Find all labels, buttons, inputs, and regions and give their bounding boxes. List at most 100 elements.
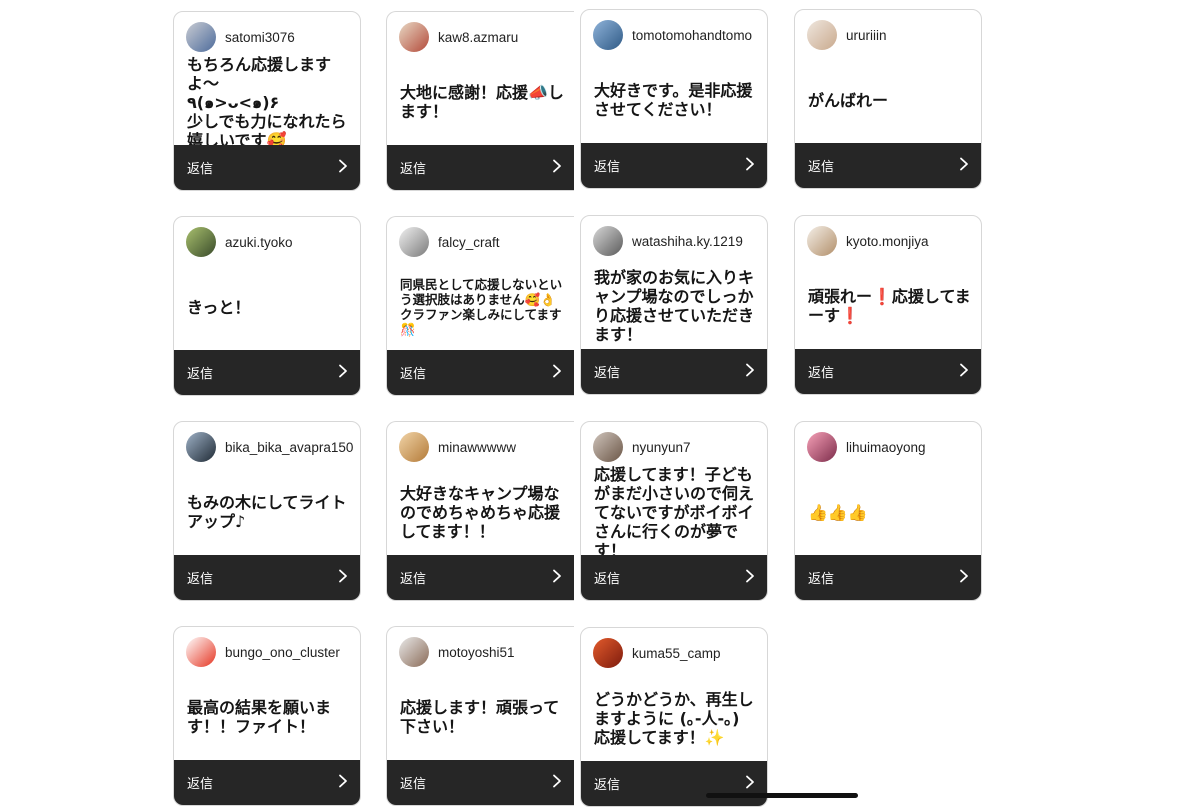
card-header: watashiha.ky.1219 <box>593 226 743 256</box>
reply-button[interactable]: 返信 <box>387 760 574 805</box>
comment-card[interactable]: bungo_ono_cluster 最高の結果を願います！！ファイト！ 返信 <box>173 626 361 806</box>
avatar[interactable] <box>399 637 429 667</box>
reply-label: 返信 <box>808 366 835 381</box>
card-header: bungo_ono_cluster <box>186 637 340 667</box>
card-header: kyoto.monjiya <box>807 226 929 256</box>
reply-button[interactable]: 返信 <box>581 143 767 188</box>
username[interactable]: kyoto.monjiya <box>846 234 929 249</box>
comment-card[interactable]: kyoto.monjiya 頑張れー❗️応援してまーす❗️ 返信 <box>794 215 982 395</box>
chevron-right-icon <box>959 362 969 381</box>
username[interactable]: tomotomohandtomo <box>632 28 752 43</box>
reply-label: 返信 <box>594 366 621 381</box>
username[interactable]: motoyoshi51 <box>438 645 515 660</box>
reply-button[interactable]: 返信 <box>387 555 574 600</box>
reply-label: 返信 <box>808 572 835 587</box>
reply-button[interactable]: 返信 <box>581 555 767 600</box>
reply-button[interactable]: 返信 <box>581 349 767 394</box>
avatar[interactable] <box>593 226 623 256</box>
username[interactable]: lihuimaoyong <box>846 440 926 455</box>
username[interactable]: watashiha.ky.1219 <box>632 234 743 249</box>
avatar[interactable] <box>186 227 216 257</box>
avatar[interactable] <box>399 227 429 257</box>
card-header: bika_bika_avapra150 <box>186 432 353 462</box>
chevron-right-icon <box>959 568 969 587</box>
username[interactable]: minawwwww <box>438 440 516 455</box>
reply-button[interactable]: 返信 <box>795 349 981 394</box>
reply-button[interactable]: 返信 <box>174 145 360 190</box>
reply-button[interactable]: 返信 <box>795 143 981 188</box>
comment-card[interactable]: bika_bika_avapra150 もみの木にしてライトアップ♪ 返信 <box>173 421 361 601</box>
chevron-right-icon <box>338 158 348 177</box>
avatar[interactable] <box>186 637 216 667</box>
username[interactable]: bika_bika_avapra150 <box>225 440 353 455</box>
reply-label: 返信 <box>400 572 427 587</box>
comment-card[interactable]: nyunyun7 応援してます！子どもがまだ小さいので伺えてないですがボイボイさん… <box>580 421 768 601</box>
chevron-right-icon <box>745 156 755 175</box>
reply-label: 返信 <box>187 367 214 382</box>
reply-label: 返信 <box>594 160 621 175</box>
comment-text: 最高の結果を願います！！ファイト！ <box>187 698 332 736</box>
comment-text: 我が家のお気に入りキャンプ場なのでしっかり応援させていただきます！ <box>594 268 755 344</box>
comment-text: きっと！ <box>187 297 251 317</box>
card-header: ururiiin <box>807 20 887 50</box>
card-header: azuki.tyoko <box>186 227 293 257</box>
chevron-right-icon <box>745 362 755 381</box>
username[interactable]: ururiiin <box>846 28 887 43</box>
comment-card[interactable]: falcy_craft 同県民として応援しないという選択肢はありません🥰👌クラファ… <box>386 216 574 396</box>
avatar[interactable] <box>186 432 216 462</box>
comment-card[interactable]: ururiiin がんばれー返信 <box>794 9 982 189</box>
username[interactable]: kuma55_camp <box>632 646 721 661</box>
username[interactable]: bungo_ono_cluster <box>225 645 340 660</box>
comment-card[interactable]: motoyoshi51 応援します！頑張って下さい！ 返信 <box>386 626 574 806</box>
reply-button[interactable]: 返信 <box>387 145 574 190</box>
comment-card[interactable]: kuma55_camp どうかどうか、再生しますように (｡-人-｡) 応援してま… <box>580 627 768 807</box>
avatar[interactable] <box>593 20 623 50</box>
reply-button[interactable]: 返信 <box>795 555 981 600</box>
card-header: nyunyun7 <box>593 432 691 462</box>
avatar[interactable] <box>593 638 623 668</box>
card-header: kaw8.azmaru <box>399 22 518 52</box>
comment-text: 応援します！頑張って下さい！ <box>400 698 560 736</box>
chevron-right-icon <box>745 774 755 793</box>
avatar[interactable] <box>807 20 837 50</box>
reply-label: 返信 <box>187 572 214 587</box>
chevron-right-icon <box>338 773 348 792</box>
username[interactable]: satomi3076 <box>225 30 295 45</box>
comment-card[interactable]: kaw8.azmaru 大地に感謝！応援📣します！ 返信 <box>386 11 574 191</box>
username[interactable]: falcy_craft <box>438 235 500 250</box>
avatar[interactable] <box>399 22 429 52</box>
comment-card[interactable]: azuki.tyoko きっと！ 返信 <box>173 216 361 396</box>
username[interactable]: kaw8.azmaru <box>438 30 518 45</box>
avatar[interactable] <box>807 432 837 462</box>
avatar[interactable] <box>186 22 216 52</box>
reply-label: 返信 <box>187 777 214 792</box>
comment-card[interactable]: satomi3076 もちろん応援しますよ〜 ٩(๑>ᴗ<๑)۶ 少しでも力になれ… <box>173 11 361 191</box>
comment-card[interactable]: tomotomohandtomo 大好きです。是非応援させてください！ 返信 <box>580 9 768 189</box>
comment-card[interactable]: lihuimaoyong 👍👍👍 返信 <box>794 421 982 601</box>
chevron-right-icon <box>959 156 969 175</box>
reply-button[interactable]: 返信 <box>387 350 574 395</box>
comment-card[interactable]: minawwwww 大好きなキャンプ場なのでめちゃめちゃ応援してます！！ 返信 <box>386 421 574 601</box>
reply-button[interactable]: 返信 <box>174 350 360 395</box>
reply-button[interactable]: 返信 <box>174 760 360 805</box>
card-header: tomotomohandtomo <box>593 20 752 50</box>
avatar[interactable] <box>399 432 429 462</box>
comment-text: 同県民として応援しないという選択肢はありません🥰👌クラファン楽しみにしてます🎊 <box>400 277 563 337</box>
chevron-right-icon <box>552 568 562 587</box>
card-header: satomi3076 <box>186 22 295 52</box>
card-header: minawwwww <box>399 432 516 462</box>
chevron-right-icon <box>552 773 562 792</box>
username[interactable]: azuki.tyoko <box>225 235 293 250</box>
username[interactable]: nyunyun7 <box>632 440 691 455</box>
reply-label: 返信 <box>808 160 835 175</box>
comment-text: 応援してます！子どもがまだ小さいので伺えてないですがボイボイさんに行くのが夢です… <box>594 464 755 560</box>
avatar[interactable] <box>593 432 623 462</box>
comment-text: がんばれー <box>808 90 889 110</box>
avatar[interactable] <box>807 226 837 256</box>
comment-card[interactable]: watashiha.ky.1219 我が家のお気に入りキャンプ場なのでしっかり応援… <box>580 215 768 395</box>
home-indicator <box>706 793 858 798</box>
card-header: falcy_craft <box>399 227 500 257</box>
comment-text: 大地に感謝！応援📣します！ <box>400 83 564 121</box>
reply-button[interactable]: 返信 <box>581 761 767 806</box>
reply-button[interactable]: 返信 <box>174 555 360 600</box>
